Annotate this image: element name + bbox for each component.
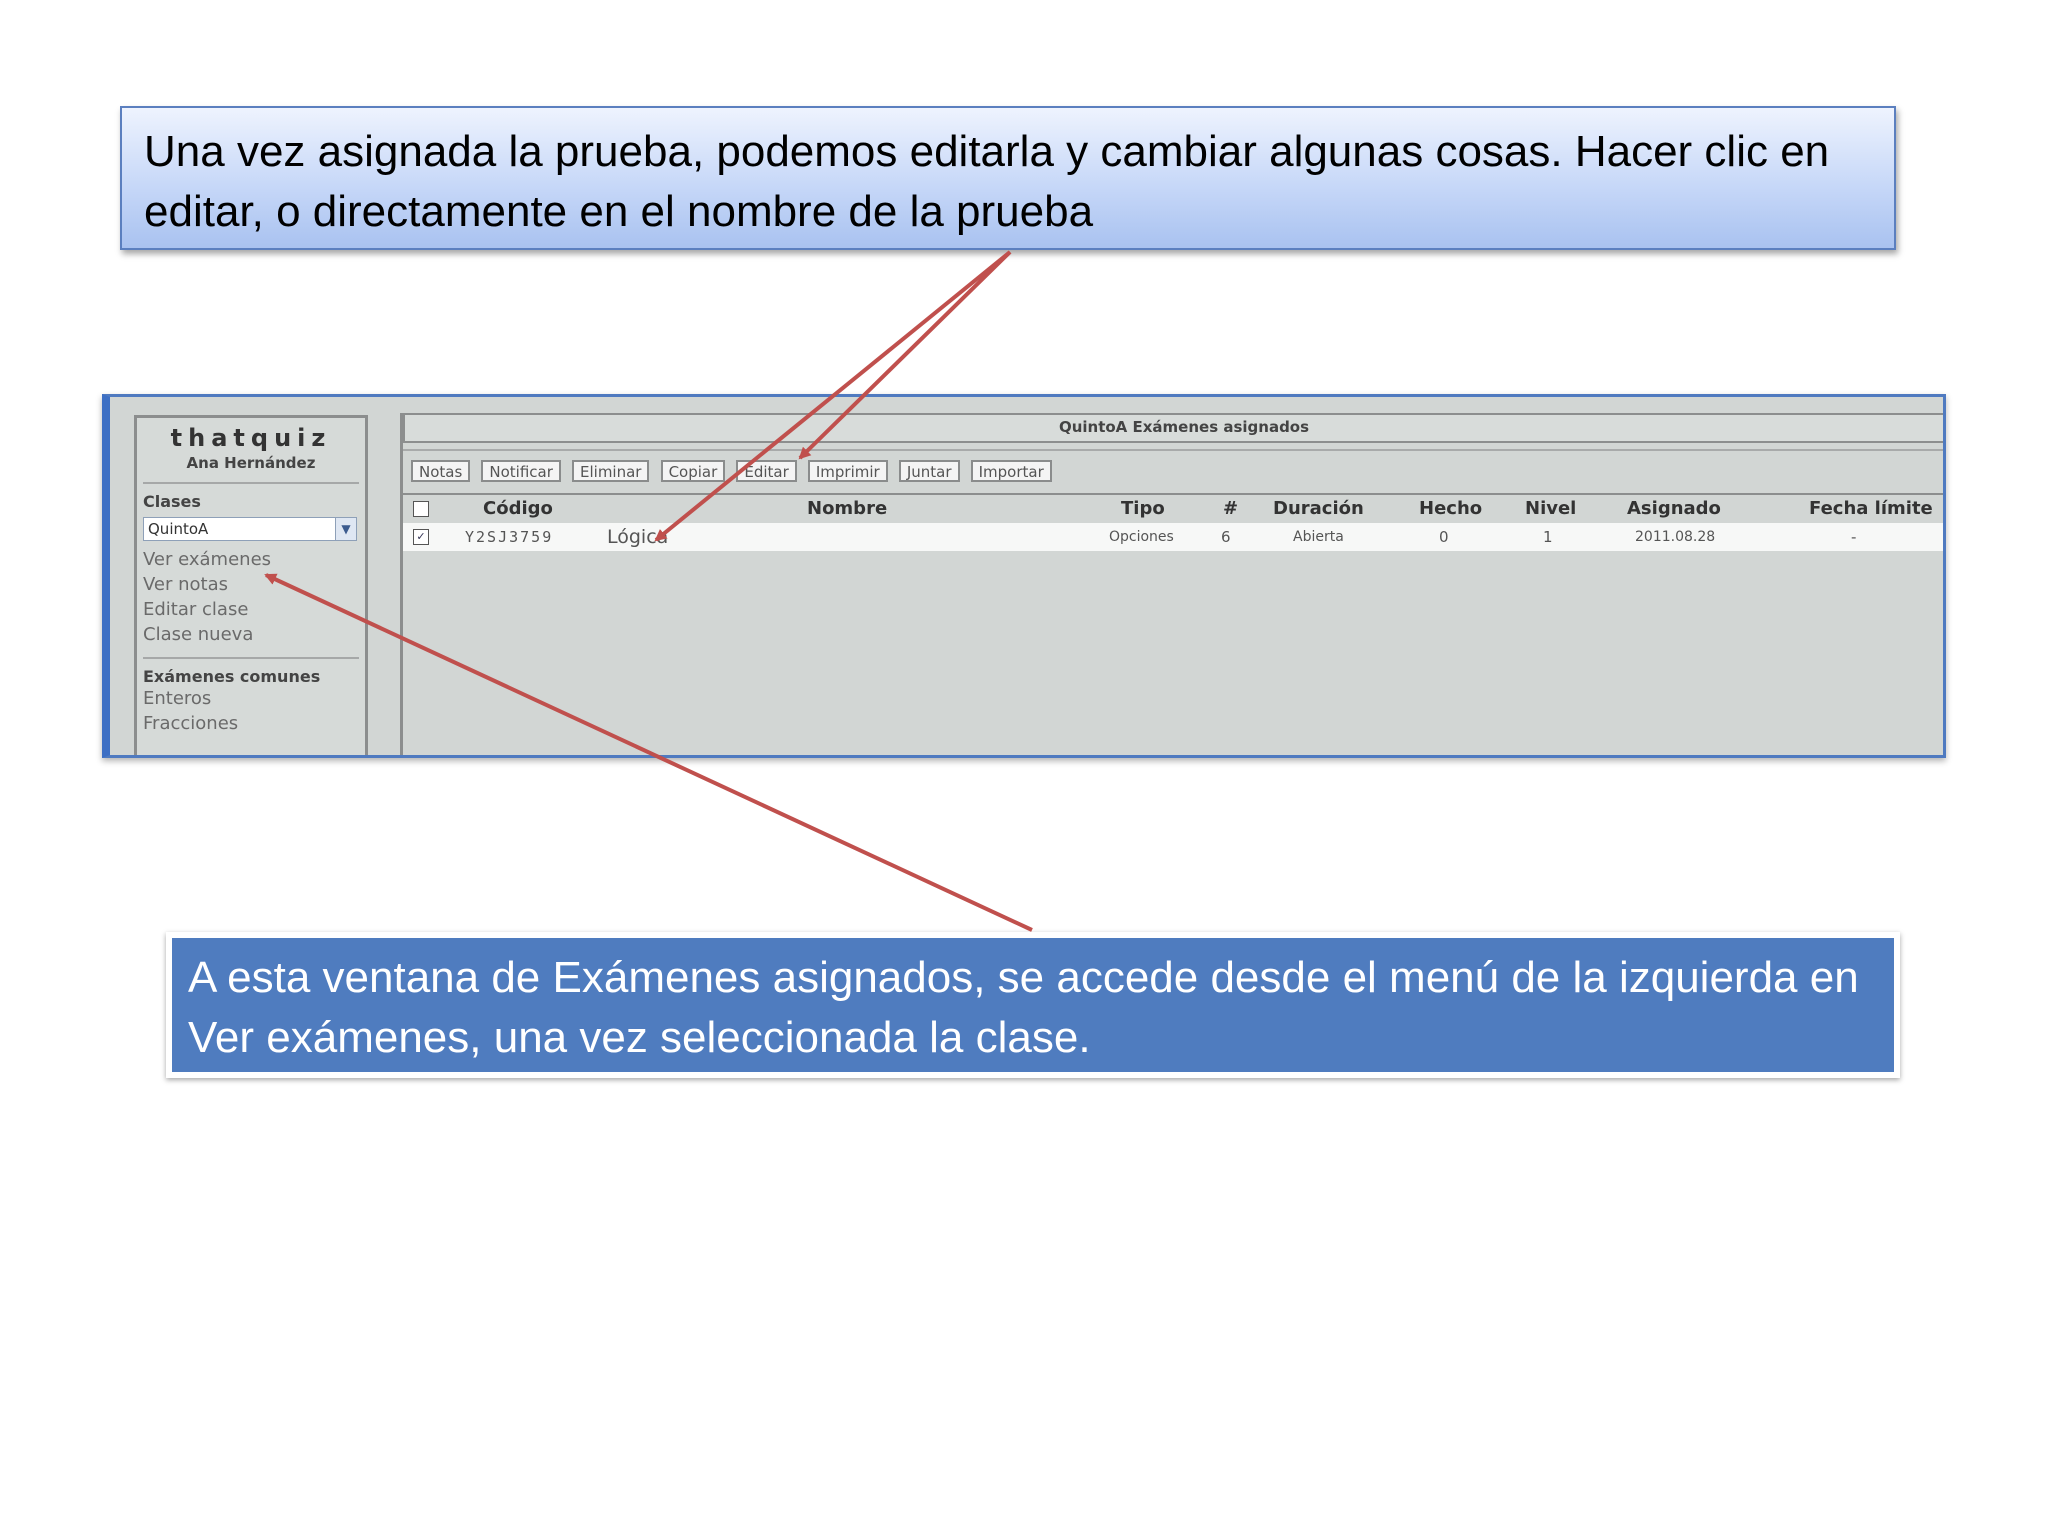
cell-tipo: Opciones (1109, 529, 1174, 545)
copiar-button[interactable]: Copiar (660, 460, 726, 482)
cell-num: 6 (1221, 528, 1231, 546)
notificar-button[interactable]: Notificar (481, 460, 561, 482)
chevron-down-icon[interactable]: ▼ (335, 518, 356, 540)
sidebar-divider (143, 482, 359, 484)
col-asignado[interactable]: Asignado (1627, 495, 1721, 523)
sidebar-link-enteros[interactable]: Enteros (137, 686, 365, 711)
class-select-value: QuintoA (148, 520, 209, 538)
thatquiz-window: thatquiz Ana Hernández Clases QuintoA ▼ … (102, 394, 1946, 758)
sidebar-link-clase-nueva[interactable]: Clase nueva (137, 622, 365, 647)
col-codigo[interactable]: Código (483, 495, 553, 523)
col-nivel[interactable]: Nivel (1525, 495, 1576, 523)
brand-logo: thatquiz (170, 424, 332, 452)
cell-asignado: 2011.08.28 (1635, 529, 1716, 545)
sidebar-link-ver-notas[interactable]: Ver notas (137, 572, 365, 597)
common-exams-heading: Exámenes comunes (143, 667, 321, 686)
imprimir-button[interactable]: Imprimir (807, 460, 888, 482)
editar-button[interactable]: Editar (736, 460, 797, 482)
col-nombre[interactable]: Nombre (807, 495, 887, 523)
classes-heading: Clases (143, 492, 201, 511)
col-duracion[interactable]: Duración (1273, 495, 1364, 523)
row-checkbox[interactable]: ✓ (413, 529, 429, 545)
sidebar-divider (143, 657, 359, 659)
instruction-callout-top: Una vez asignada la prueba, podemos edit… (120, 106, 1896, 250)
sidebar-link-editar-clase[interactable]: Editar clase (137, 597, 365, 622)
sidebar: thatquiz Ana Hernández Clases QuintoA ▼ … (134, 415, 368, 755)
importar-button[interactable]: Importar (970, 460, 1052, 482)
table-row[interactable]: ✓ Y2SJ3759 Lógica Opciones 6 Abierta 0 1… (403, 523, 1943, 551)
col-tipo[interactable]: Tipo (1121, 495, 1165, 523)
table-header: Código Nombre Tipo # Duración Hecho Nive… (403, 495, 1943, 523)
main-panel: QuintoA Exámenes asignados Notas Notific… (400, 413, 1943, 755)
cell-duracion: Abierta (1293, 529, 1344, 545)
cell-nombre-link[interactable]: Lógica (607, 523, 668, 551)
select-all-checkbox[interactable] (413, 501, 429, 517)
toolbar: Notas Notificar Eliminar Copiar Editar I… (403, 449, 1943, 495)
col-fecha-limite[interactable]: Fecha límite (1809, 495, 1933, 523)
class-select[interactable]: QuintoA ▼ (143, 517, 357, 541)
col-hecho[interactable]: Hecho (1419, 495, 1482, 523)
sidebar-link-fracciones[interactable]: Fracciones (137, 711, 365, 736)
eliminar-button[interactable]: Eliminar (572, 460, 650, 482)
col-num[interactable]: # (1223, 495, 1238, 523)
cell-fecha-limite: - (1851, 528, 1857, 546)
cell-nivel: 1 (1543, 528, 1553, 546)
sidebar-link-ver-examenes[interactable]: Ver exámenes (137, 547, 365, 572)
notas-button[interactable]: Notas (411, 460, 471, 482)
cell-hecho: 0 (1439, 528, 1449, 546)
user-name: Ana Hernández (186, 454, 316, 472)
instruction-callout-bottom: A esta ventana de Exámenes asignados, se… (166, 932, 1900, 1078)
cell-codigo: Y2SJ3759 (465, 528, 554, 546)
page-title: QuintoA Exámenes asignados (403, 413, 1943, 443)
juntar-button[interactable]: Juntar (898, 460, 960, 482)
